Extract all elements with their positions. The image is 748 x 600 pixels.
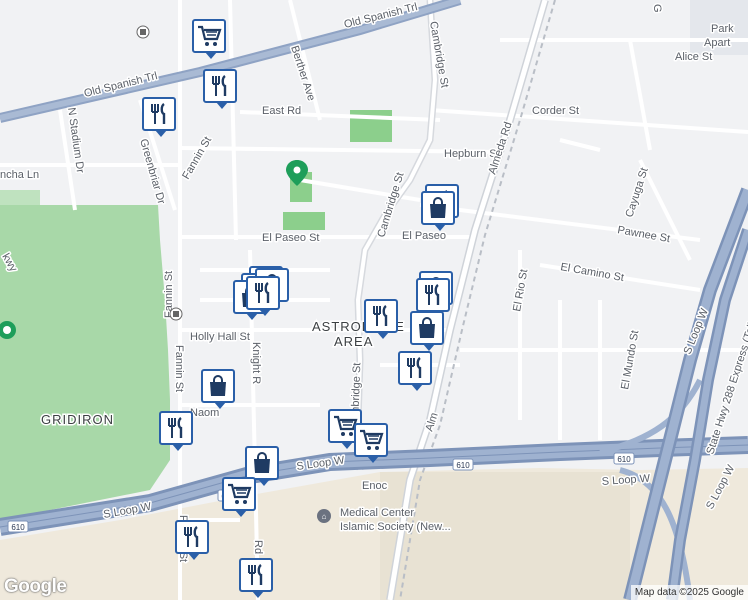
- restaurant-icon: [368, 303, 394, 329]
- street-label-el-paseo: El Paseo: [402, 230, 446, 242]
- street-label-east-rd: East Rd: [262, 105, 301, 117]
- street-label-knight-rd: Knight R: [250, 342, 262, 384]
- shopping-bag-icon: [205, 373, 231, 399]
- shopping-cart-icon: [226, 481, 252, 507]
- highway-shield-610: 610: [7, 520, 29, 533]
- map-marker-shopping-cart[interactable]: [192, 19, 226, 59]
- shopping-bag-icon: [425, 195, 451, 221]
- park-el-paseo: [283, 212, 325, 230]
- area-label-area: AREA: [334, 334, 373, 349]
- map-marker-restaurant[interactable]: [159, 411, 193, 451]
- svg-text:⌂: ⌂: [322, 512, 327, 521]
- district-label-gridiron: GRIDIRON: [41, 412, 114, 427]
- street-label-enoch: Enoc: [362, 480, 388, 492]
- restaurant-icon: [420, 282, 446, 308]
- street-label-holly-hall-st: Holly Hall St: [190, 331, 250, 343]
- place-label-park-apartments: Apart: [704, 37, 730, 49]
- shopping-cart-icon: [196, 23, 222, 49]
- street-label-g: G: [651, 4, 663, 13]
- restaurant-icon: [243, 562, 269, 588]
- street-label-corder-st: Corder St: [532, 105, 579, 117]
- restaurant-icon: [207, 73, 233, 99]
- map-marker-restaurant[interactable]: [364, 299, 398, 339]
- transit-icon[interactable]: [169, 307, 183, 321]
- svg-text:610: 610: [456, 461, 470, 470]
- street-label-fannin-st: Fannin St: [173, 345, 185, 392]
- poi-label: Islamic Society (New...: [340, 521, 451, 533]
- restaurant-icon: [250, 280, 276, 306]
- map-marker-shopping-bag[interactable]: [410, 311, 444, 351]
- highway-shield-610: 610: [452, 458, 474, 471]
- map-marker-restaurant[interactable]: [246, 276, 280, 316]
- street-label-el-paseo-st: El Paseo St: [262, 232, 319, 244]
- google-logo: Google: [4, 576, 67, 597]
- map-marker-shopping-cart[interactable]: [354, 423, 388, 463]
- map-marker-shopping-bag[interactable]: [245, 446, 279, 486]
- map-marker-shopping-cart[interactable]: [222, 477, 256, 517]
- shopping-cart-icon: [358, 427, 384, 453]
- map-data-credit[interactable]: Map data ©2025 Google: [630, 585, 748, 600]
- poi-label: Medical Center: [340, 507, 414, 519]
- highway-shield-610: 610: [613, 452, 635, 465]
- map-marker-restaurant[interactable]: [175, 520, 209, 560]
- gridiron-park: [0, 205, 170, 520]
- restaurant-icon: [146, 101, 172, 127]
- map-marker-shopping-bag[interactable]: [421, 191, 455, 231]
- svg-text:610: 610: [11, 523, 25, 532]
- restaurant-icon: [179, 524, 205, 550]
- restaurant-icon: [402, 355, 428, 381]
- transit-icon[interactable]: [136, 25, 150, 39]
- shopping-bag-icon: [414, 315, 440, 341]
- restaurant-icon: [163, 415, 189, 441]
- street-label-alice-st: Alice St: [675, 51, 712, 63]
- map-marker-shopping-bag[interactable]: [201, 369, 235, 409]
- map-marker-restaurant[interactable]: [239, 558, 273, 598]
- map-marker-restaurant[interactable]: [203, 69, 237, 109]
- place-label-park-apartments: Park: [711, 23, 734, 35]
- map-marker-restaurant[interactable]: [142, 97, 176, 137]
- map-marker-restaurant[interactable]: [398, 351, 432, 391]
- street-label-knight-rd: Rd: [252, 540, 264, 554]
- street-label-ancha-ln: ncha Ln: [0, 169, 39, 181]
- svg-text:610: 610: [617, 455, 631, 464]
- shopping-bag-icon: [249, 450, 275, 476]
- map-marker-restaurant[interactable]: [416, 278, 450, 318]
